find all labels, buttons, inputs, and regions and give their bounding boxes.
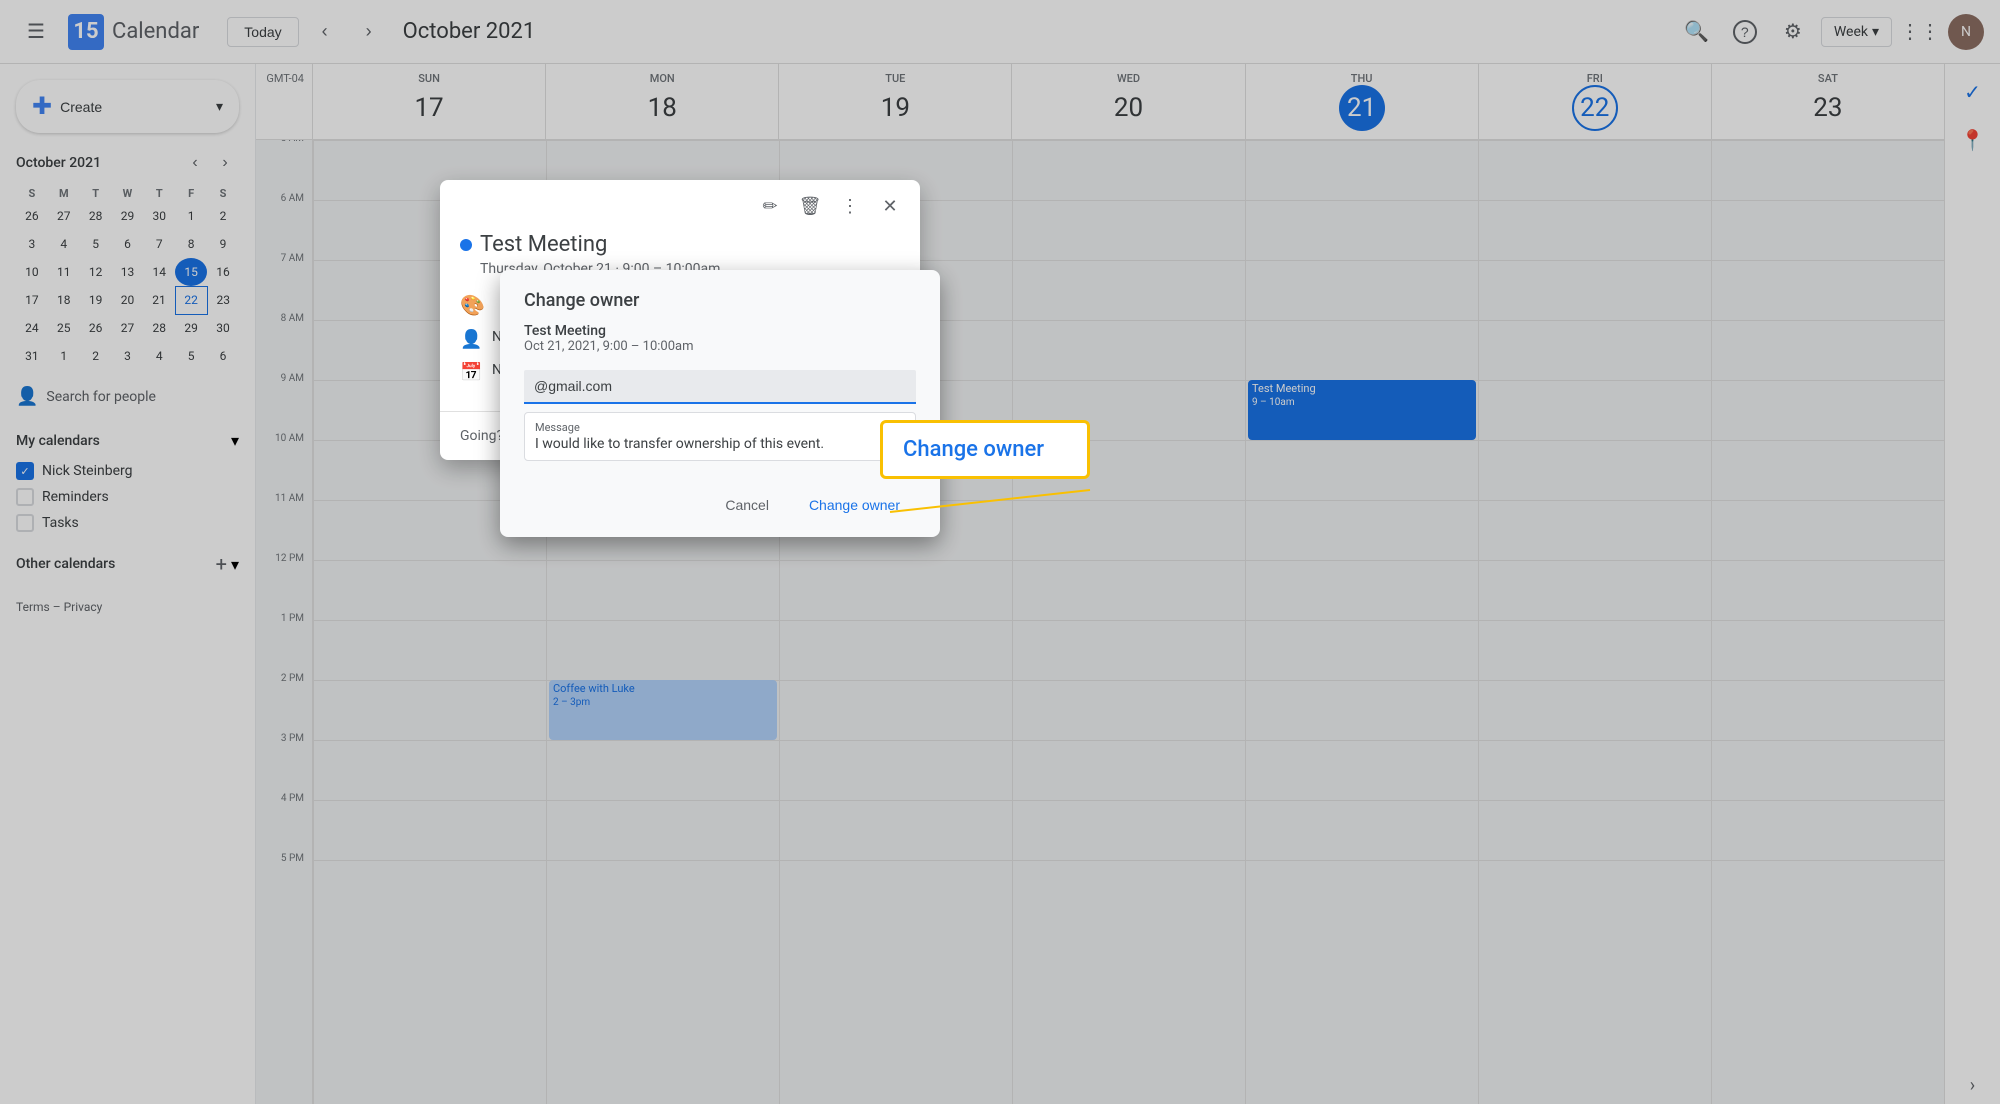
event-title-text: Test Meeting	[480, 232, 607, 257]
close-popup-button[interactable]: ✕	[872, 188, 908, 224]
people-icon: 👤	[460, 329, 480, 350]
more-icon: ⋮	[841, 196, 859, 217]
close-icon: ✕	[882, 196, 897, 217]
dialog-confirm-button[interactable]: Change owner	[793, 489, 916, 521]
trash-icon: 🗑	[799, 196, 822, 217]
event-popup-title: Test Meeting	[460, 232, 900, 257]
dialog-event-title: Test Meeting	[524, 323, 916, 339]
event-popup-header: ✏ 🗑 ⋮ ✕	[440, 180, 920, 232]
calendar-icon: 📅	[460, 362, 480, 383]
dialog-body: Test Meeting Oct 21, 2021, 9:00 – 10:00a…	[500, 323, 940, 477]
google-apps-icon: 🎨	[460, 293, 485, 317]
modal-overlay	[0, 0, 2000, 1104]
dialog-title: Change owner	[500, 270, 940, 323]
edit-event-button[interactable]: ✏	[752, 188, 788, 224]
annotation-text: Change owner	[903, 437, 1044, 462]
delete-event-button[interactable]: 🗑	[792, 188, 828, 224]
new-owner-email-input[interactable]	[524, 370, 916, 404]
event-color-dot	[460, 239, 472, 251]
dialog-cancel-button[interactable]: Cancel	[709, 489, 785, 521]
message-label: Message	[535, 421, 905, 434]
annotation-box: Change owner	[880, 420, 1090, 479]
dialog-event-time: Oct 21, 2021, 9:00 – 10:00am	[524, 339, 916, 354]
going-label: Going?	[460, 428, 503, 444]
message-text: I would like to transfer ownership of th…	[535, 436, 905, 452]
more-options-button[interactable]: ⋮	[832, 188, 868, 224]
edit-icon: ✏	[762, 196, 777, 217]
dialog-footer: Cancel Change owner	[500, 477, 940, 537]
change-owner-dialog: Change owner Test Meeting Oct 21, 2021, …	[500, 270, 940, 537]
message-group: Message I would like to transfer ownersh…	[524, 412, 916, 461]
